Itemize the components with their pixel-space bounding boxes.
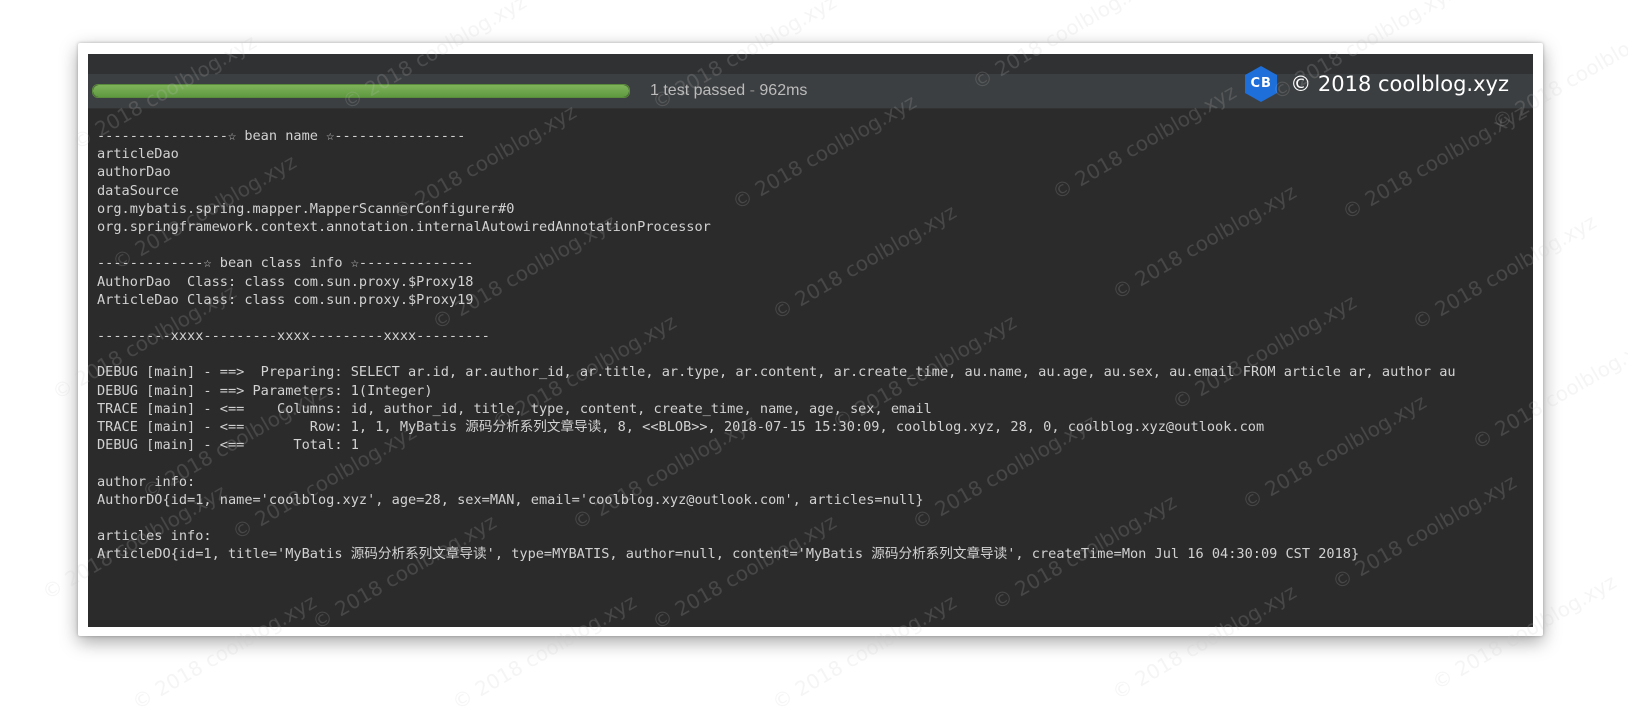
console-line: DEBUG [main] - ==> Parameters: 1(Integer… [97,382,433,399]
console-line: ---------xxxx---------xxxx---------xxxx-… [97,328,490,345]
test-progress-fill [93,85,629,97]
console-line: DEBUG [main] - <== Total: 1 [97,437,359,454]
console-line: ArticleDO{id=1, title='MyBatis 源码分析系列文章导… [97,546,1360,563]
console-line: ----------------☆ bean name ☆-----------… [97,128,466,144]
tests-passed-label: 1 test passed [650,82,746,99]
console-line: articles info: [97,528,212,545]
brand-copyright-text: © 2018 coolblog.xyz [1290,72,1509,96]
console-line: org.mybatis.spring.mapper.MapperScannerC… [97,200,515,217]
console-line: TRACE [main] - <== Row: 1, 1, MyBatis 源码… [97,419,1265,435]
console-line: -------------☆ bean class info ☆--------… [97,255,474,272]
console-line: ArticleDao Class: class com.sun.proxy.$P… [97,291,474,308]
status-separator: - [745,82,760,99]
run-console-panel: 1 test passed - 962ms CB © 2018 coolblog… [88,54,1533,627]
console-line: AuthorDao Class: class com.sun.proxy.$Pr… [97,273,474,290]
console-output: ----------------☆ bean name ☆-----------… [97,127,1456,564]
logo-text: CB [1250,76,1272,91]
cb-logo-icon: CB [1242,65,1280,103]
test-duration: 962ms [759,82,808,99]
console-line: dataSource [97,182,179,199]
console-line: TRACE [main] - <== Columns: id, author_i… [97,400,932,417]
console-line: articleDao [97,146,179,163]
screenshot-frame: 1 test passed - 962ms CB © 2018 coolblog… [78,43,1543,636]
test-progress-bar [92,84,630,98]
brand-watermark: CB © 2018 coolblog.xyz [1242,65,1509,103]
console-line: DEBUG [main] - ==> Preparing: SELECT ar.… [97,364,1456,381]
screenshot-stage: 1 test passed - 962ms CB © 2018 coolblog… [0,0,1628,708]
console-line: authorDao [97,164,171,181]
console-line: org.springframework.context.annotation.i… [97,218,711,235]
test-status-text: 1 test passed - 962ms [650,82,807,100]
console-line: AuthorDO{id=1, name='coolblog.xyz', age=… [97,491,924,508]
console-line: author info: [97,473,196,490]
